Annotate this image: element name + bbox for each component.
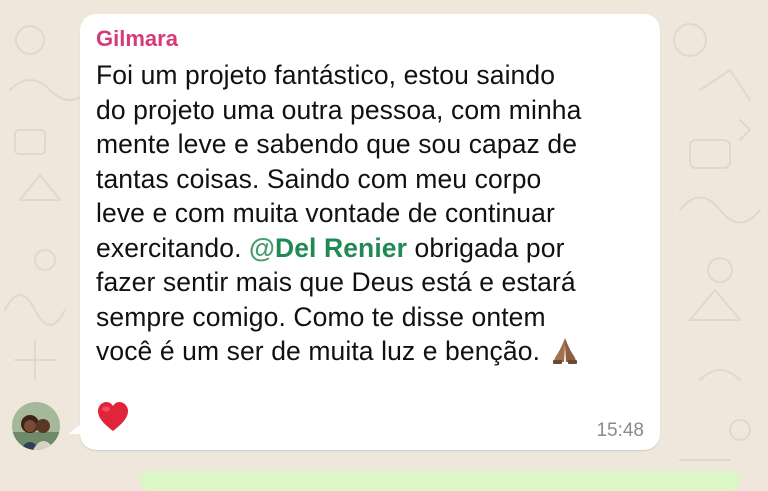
message-line: fazer sentir mais que Deus está e estará [96,267,576,297]
avatar[interactable] [12,402,60,450]
message-text-segment: exercitando. [96,232,250,263]
message-line-with-mention: exercitando. @Del Renier obrigada por [96,231,656,266]
next-message-bubble [140,471,740,491]
message-line: mente leve e sabendo que sou capaz de [96,129,578,159]
red-heart-emoji [98,402,128,431]
message-line: sempre comigo. Como te disse ontem [96,301,546,332]
message-timestamp: 15:48 [596,420,644,441]
mention-at-sign: @ [249,232,275,263]
message-text: Foi um projeto fantástico, estou saindo … [96,58,656,369]
message-text-segment: você é um ser de muita luz e benção. [96,336,548,366]
message-line: tantas coisas. Saindo com meu corpo [96,163,542,194]
message-line: Foi um projeto fantástico, estou saindo [96,60,556,90]
message-line: leve e com muita vontade de continuar [96,198,555,228]
sender-name[interactable]: Gilmara [96,24,178,54]
message-text-segment: obrigada por [407,232,565,263]
folded-hands-emoji [552,338,577,364]
message-line: do projeto uma outra pessoa, com minha [96,94,582,125]
message-bubble[interactable]: Gilmara Foi um projeto fantástico, estou… [80,14,660,450]
mention-link[interactable]: @Del Renier [249,233,407,263]
mention-name: Del Renier [274,232,408,263]
message-line-last: você é um ser de muita luz e benção. [96,334,656,369]
